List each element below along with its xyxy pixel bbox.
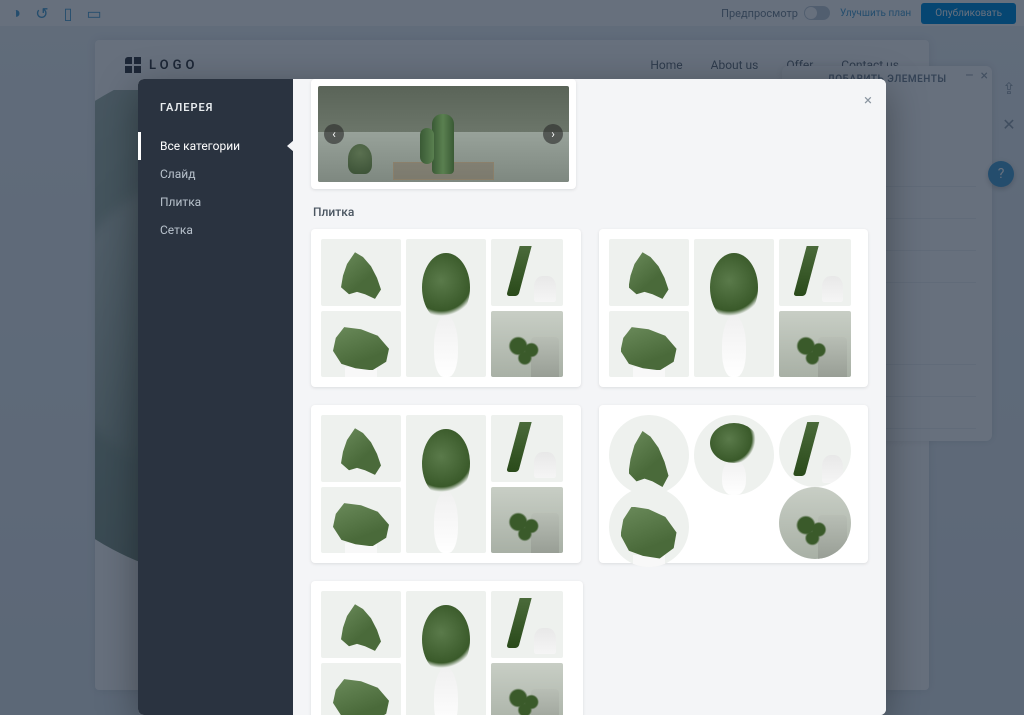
- modal-content: × ‹ › Плитка: [293, 79, 886, 715]
- section-title-tile: Плитка: [313, 205, 868, 219]
- modal-close-icon[interactable]: ×: [864, 91, 872, 109]
- gallery-template-tile-4[interactable]: [599, 405, 869, 563]
- gallery-template-slide[interactable]: ‹ ›: [311, 79, 576, 189]
- arrow-right-icon: ›: [543, 124, 563, 144]
- modal-title: ГАЛЕРЕЯ: [138, 101, 293, 132]
- gallery-template-tile-3[interactable]: [311, 405, 581, 563]
- category-all[interactable]: Все категории: [138, 132, 293, 160]
- gallery-template-tile-1[interactable]: [311, 229, 581, 387]
- category-grid[interactable]: Сетка: [138, 216, 293, 244]
- gallery-template-tile-2[interactable]: [599, 229, 869, 387]
- gallery-modal: ГАЛЕРЕЯ Все категории Слайд Плитка Сетка…: [138, 79, 886, 715]
- category-slide[interactable]: Слайд: [138, 160, 293, 188]
- modal-sidebar: ГАЛЕРЕЯ Все категории Слайд Плитка Сетка: [138, 79, 293, 715]
- category-tile[interactable]: Плитка: [138, 188, 293, 216]
- arrow-left-icon: ‹: [324, 124, 344, 144]
- gallery-template-tile-5[interactable]: [311, 581, 583, 715]
